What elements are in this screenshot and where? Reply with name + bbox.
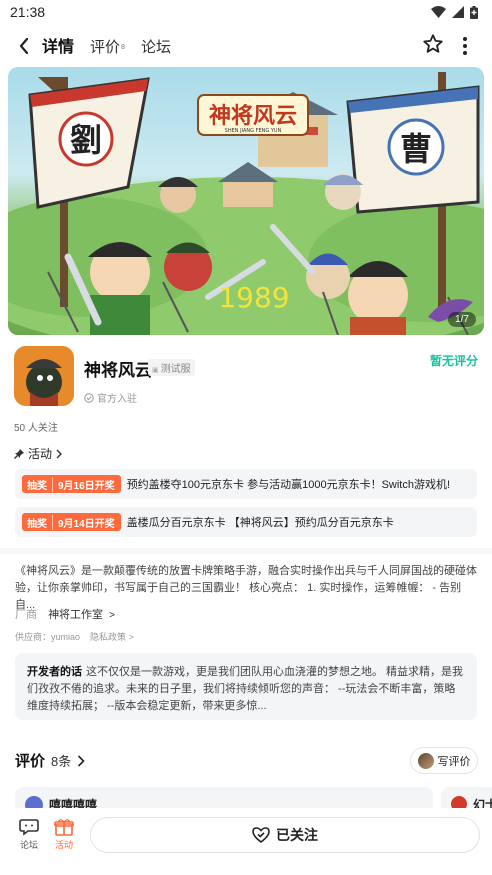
chevron-right-icon xyxy=(56,449,63,458)
reviews-count: 8条 xyxy=(51,754,72,769)
banner-year-text: 1989 xyxy=(218,281,289,314)
activity-item[interactable]: 抽奖 9月16日开奖 预约盖楼夺100元京东卡 参与活动赢1000元京东卡！Sw… xyxy=(15,469,477,499)
lottery-tag: 抽奖 9月16日开奖 xyxy=(22,475,121,493)
game-title: 神将风云 xyxy=(84,361,152,380)
signal-icon xyxy=(452,6,464,18)
activity-label: 活动 xyxy=(54,840,73,850)
vendor-row[interactable]: 厂商 神将工作室 > xyxy=(15,606,115,622)
more-menu-button[interactable] xyxy=(460,34,470,58)
app-icon-art xyxy=(14,346,74,406)
lottery-tag-label: 抽奖 xyxy=(27,480,47,492)
vendor-label: 厂商 xyxy=(15,609,37,621)
developer-note[interactable]: 开发者的话 这不仅仅是一款游戏，更是我们团队用心血浇灌的梦想之地。 精益求精，是我… xyxy=(15,653,477,720)
wifi-icon xyxy=(431,6,446,18)
favorite-button[interactable] xyxy=(422,33,444,60)
game-banner[interactable]: 劉 曹 神将风云 SHEN JIANG FENG YUN 1989 1/7 xyxy=(8,67,484,335)
follow-button[interactable]: 已关注 xyxy=(90,817,480,853)
tab-reviews-label: 评价 xyxy=(90,39,121,56)
tab-details-label: 详情 xyxy=(42,39,75,56)
back-button[interactable] xyxy=(14,34,34,58)
vendor-name: 神将工作室 xyxy=(48,609,104,621)
tab-details[interactable]: 详情 xyxy=(42,38,75,58)
tab-forum-label: 论坛 xyxy=(140,39,171,56)
supplier-text: 供应商：yumiao xyxy=(15,632,81,642)
heart-check-icon xyxy=(252,827,270,844)
battery-icon xyxy=(470,5,478,19)
lottery-tag-label: 抽奖 xyxy=(27,518,47,530)
section-divider xyxy=(0,548,492,554)
developer-note-text: 这不仅仅是一款游戏，更是我们团队用心血浇灌的梦想之地。 精益求精，是我们孜孜不倦… xyxy=(27,666,464,712)
game-header: 神将风云 ▣ 测试服 官方入驻 暂无评分 xyxy=(14,346,478,412)
verified-icon xyxy=(84,392,94,403)
tab-reviews[interactable]: 评价8 xyxy=(90,38,125,58)
banner-logo-text: 神将风云 xyxy=(209,103,297,129)
activity-text: 预约盖楼夺100元京东卡 参与活动赢1000元京东卡！Switch游戏机! xyxy=(126,479,451,491)
developer-note-label: 开发者的话 xyxy=(27,666,82,678)
activities-header[interactable]: 活动 xyxy=(14,445,63,462)
forum-label: 论坛 xyxy=(19,840,38,850)
followers-count: 50 人关注 xyxy=(14,423,58,434)
tab-forum[interactable]: 论坛 xyxy=(141,38,171,58)
chat-bubble-icon xyxy=(19,819,39,836)
banner-logo-subtitle: SHEN JIANG FENG YUN xyxy=(225,128,282,134)
reviews-heading: 评价 xyxy=(15,753,46,770)
activity-text: 盖楼瓜分百元京东卡 【神将风云】预约瓜分百元京东卡 xyxy=(126,517,394,529)
app-icon xyxy=(14,346,74,406)
tab-reviews-badge: 8 xyxy=(121,44,125,51)
rating-status: 暂无评分 xyxy=(429,354,478,368)
privacy-policy-link[interactable]: 隐私政策 > xyxy=(90,630,134,643)
test-badge-label: 测试服 xyxy=(160,364,191,375)
activities-heading: 活动 xyxy=(28,447,53,461)
test-badge-icon: ▣ xyxy=(152,367,159,374)
banner-artwork: 劉 曹 神将风云 SHEN JIANG FENG YUN 1989 xyxy=(8,72,484,335)
gift-icon xyxy=(54,819,74,836)
flag-right-text: 曹 xyxy=(400,130,432,168)
banner-page-counter: 1/7 xyxy=(448,312,476,327)
lottery-tag: 抽奖 9月14日开奖 xyxy=(22,513,121,531)
reviews-header[interactable]: 评价 8条 xyxy=(15,750,85,771)
status-time: 21:38 xyxy=(10,4,46,20)
privacy-policy-label: 隐私政策 xyxy=(90,632,127,642)
test-server-badge: ▣ 测试服 xyxy=(148,359,195,376)
write-review-button[interactable]: 写评价 xyxy=(410,747,478,774)
tab-bar: 详情 评价8 论坛 xyxy=(42,34,187,58)
forum-button[interactable]: 论坛 xyxy=(14,818,44,851)
activity-button[interactable]: 活动 xyxy=(49,818,79,851)
lottery-date: 9月14日开奖 xyxy=(52,514,121,530)
flag-left-text: 劉 xyxy=(70,121,102,159)
chevron-right-icon: > xyxy=(109,610,115,621)
lottery-date: 9月16日开奖 xyxy=(52,476,121,492)
pin-icon xyxy=(14,448,24,459)
write-review-label: 写评价 xyxy=(437,755,471,768)
official-label: 官方入驻 xyxy=(97,394,137,405)
official-verified: 官方入驻 xyxy=(84,390,137,405)
chevron-right-icon xyxy=(78,754,85,767)
follow-label: 已关注 xyxy=(276,827,318,843)
chevron-left-icon xyxy=(19,38,29,54)
star-icon xyxy=(423,34,443,53)
status-bar: 21:38 xyxy=(0,0,492,24)
status-icons xyxy=(431,5,478,19)
top-nav: 详情 评价8 论坛 xyxy=(0,30,492,62)
user-avatar xyxy=(417,752,434,769)
supplier-row: 供应商：yumiao 隐私政策 > xyxy=(15,630,134,643)
bottom-action-bar: 论坛 活动 已关注 xyxy=(0,808,492,875)
activity-item[interactable]: 抽奖 9月14日开奖 盖楼瓜分百元京东卡 【神将风云】预约瓜分百元京东卡 xyxy=(15,507,477,537)
